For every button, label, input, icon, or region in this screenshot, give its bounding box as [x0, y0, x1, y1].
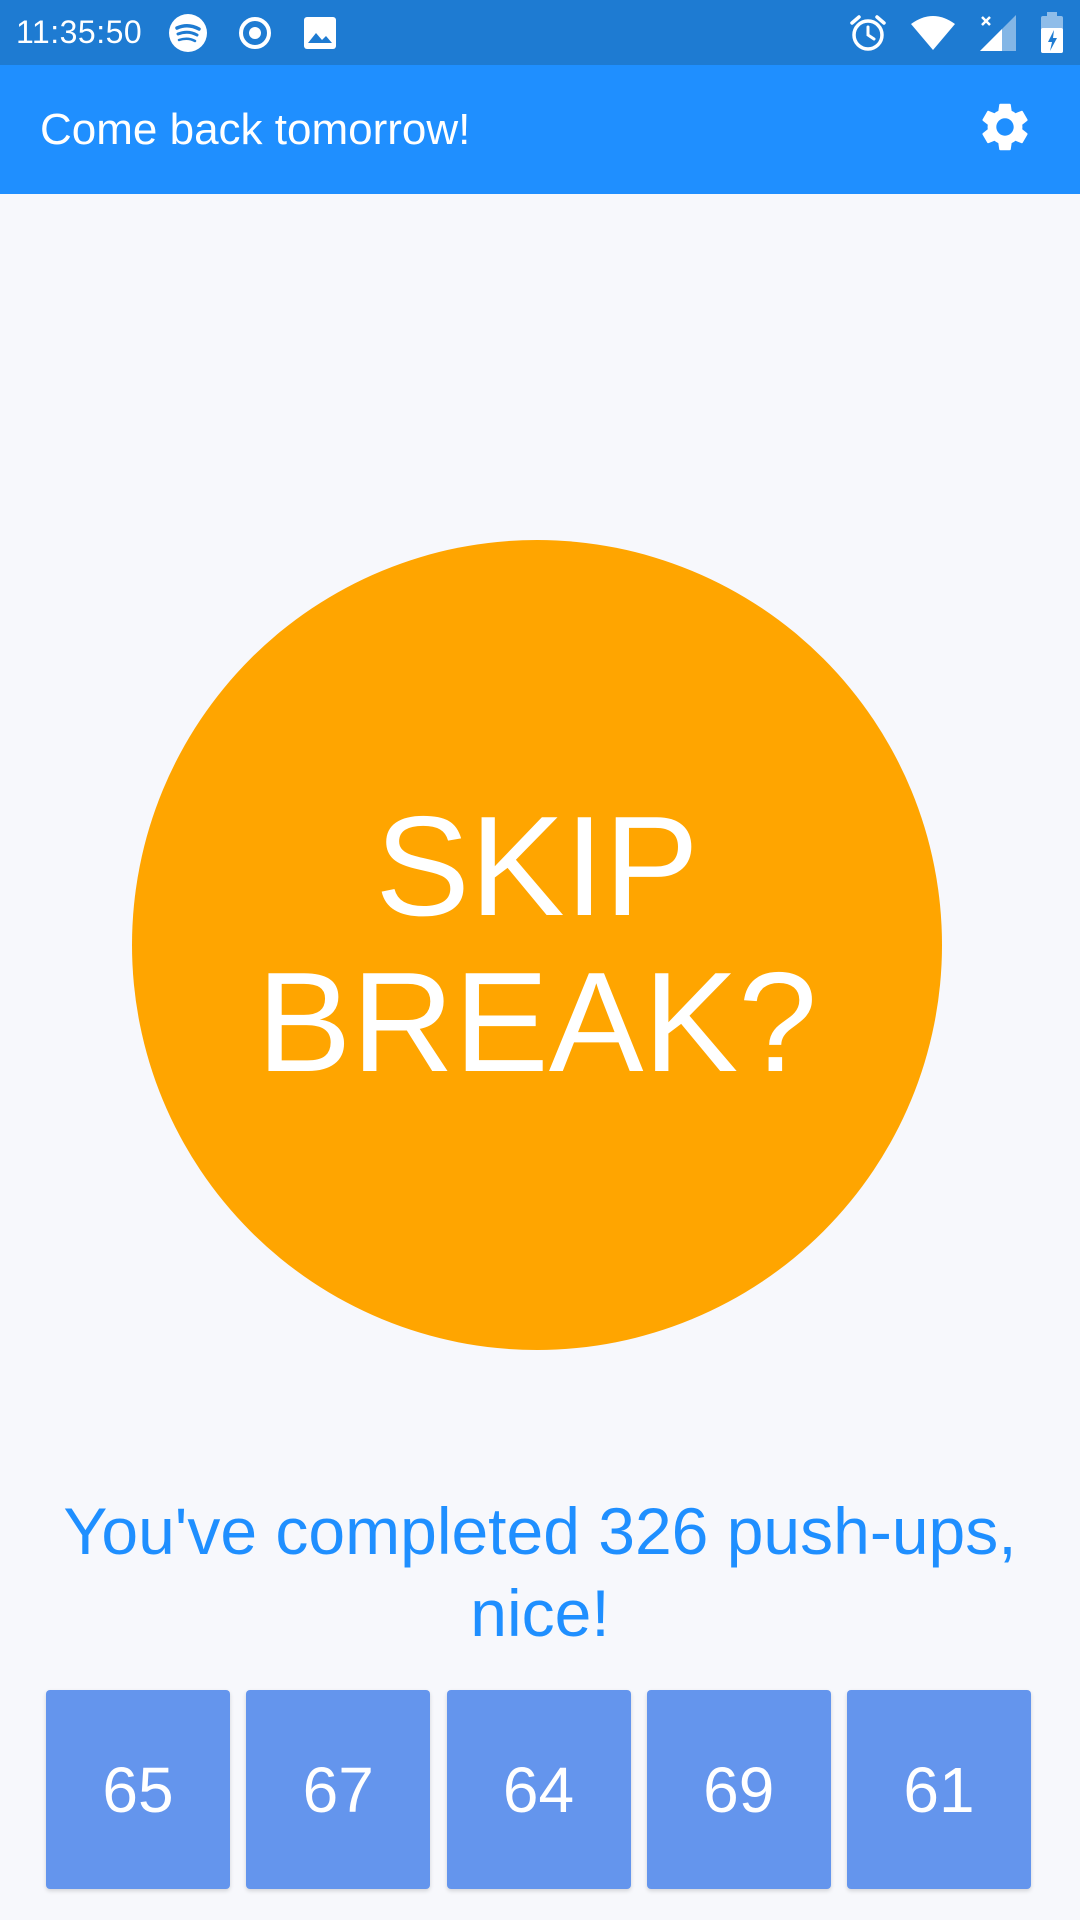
skip-line-2: BREAK? — [256, 943, 818, 1102]
app-bar: Come back tomorrow! — [0, 65, 1080, 194]
status-right-icons — [848, 11, 1064, 54]
status-bar: 11:35:50 — [0, 0, 1080, 65]
completed-message: You've completed 326 push-ups, nice! — [30, 1490, 1050, 1654]
image-icon — [302, 15, 338, 51]
app-title: Come back tomorrow! — [40, 104, 471, 154]
battery-icon — [1040, 11, 1064, 54]
wifi-icon — [910, 14, 956, 52]
skip-line-1: SKIP — [375, 787, 699, 946]
completed-line-2: nice! — [470, 1576, 610, 1650]
rep-box-1[interactable]: 65 — [46, 1690, 230, 1889]
cell-signal-icon — [978, 13, 1018, 53]
alarm-icon — [848, 13, 888, 53]
gear-icon[interactable] — [976, 98, 1034, 161]
skip-break-button[interactable]: SKIP BREAK? — [132, 540, 942, 1350]
status-time: 11:35:50 — [16, 14, 143, 50]
rep-box-4[interactable]: 69 — [646, 1690, 831, 1889]
rep-box-3[interactable]: 64 — [446, 1690, 631, 1889]
rep-box-5[interactable]: 61 — [847, 1690, 1031, 1889]
settings-button[interactable] — [970, 95, 1040, 165]
rep-count-row: 65 67 64 69 61 — [46, 1690, 1031, 1889]
rep-box-2[interactable]: 67 — [246, 1690, 431, 1889]
spotify-icon — [168, 13, 208, 53]
status-left-icons — [168, 13, 338, 53]
record-icon — [238, 16, 272, 50]
completed-line-1: You've completed 326 push-ups, — [63, 1494, 1017, 1568]
